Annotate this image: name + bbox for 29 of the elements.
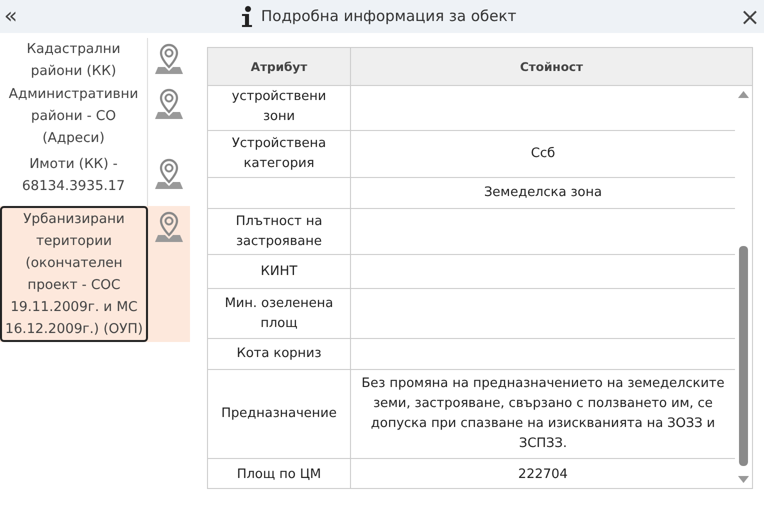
layer-item[interactable]: Кадастрални райони (КК) [0,38,190,83]
close-icon[interactable]: × [740,4,760,28]
table-cell-text: Мин. озеленена площ [224,294,334,332]
layer-item[interactable]: Имоти (КК) - 68134.3935.17 [0,153,190,206]
table-cell-text: Кота корниз [236,345,322,363]
map-pin-icon[interactable] [155,158,183,190]
scroll-down-icon[interactable] [738,476,749,483]
map-pin-icon[interactable] [155,43,183,75]
table-cell-text: 222704 [518,466,568,484]
table-cell-text: Ссб [530,145,556,163]
column-header: Стойност [518,58,584,76]
layer-item[interactable]: Административни райони - СО (Адреси) [0,83,190,153]
collapse-icon[interactable]: « [4,6,18,28]
column-header: Атрибут [208,48,351,85]
window-title: Подробна информация за обект [261,6,516,28]
info-icon [241,6,254,28]
table-cell-text: Земеделска зона [484,184,602,202]
table-cell-text: Плътност на застрояване [234,212,324,250]
map-pin-icon[interactable] [155,88,183,120]
table-cell-text: КИНТ [260,262,298,280]
layer-item[interactable]: Урбанизирани територии (окончателен проект - СОС 19.11.2009г. и МС 16.12.2009г.) (ОУП) [0,206,190,342]
table-cell-text: Устройствена категория [230,135,328,173]
table-cell-text: Предназначение [221,405,337,423]
table-cell-text: устройствени зони [230,88,328,126]
map-pin-icon[interactable] [155,211,183,243]
table-cell-text: Площ по ЦМ [236,466,322,484]
scrollbar-thumb[interactable] [739,246,748,466]
scroll-up-icon[interactable] [738,91,749,98]
table-cell-text: Без промяна на предназначението на земеделските земи, застрояване, свързано с ползването им, се допуска при спазване на изискванията на ЗОЗЗ и ЗСПЗЗ. [360,375,726,453]
